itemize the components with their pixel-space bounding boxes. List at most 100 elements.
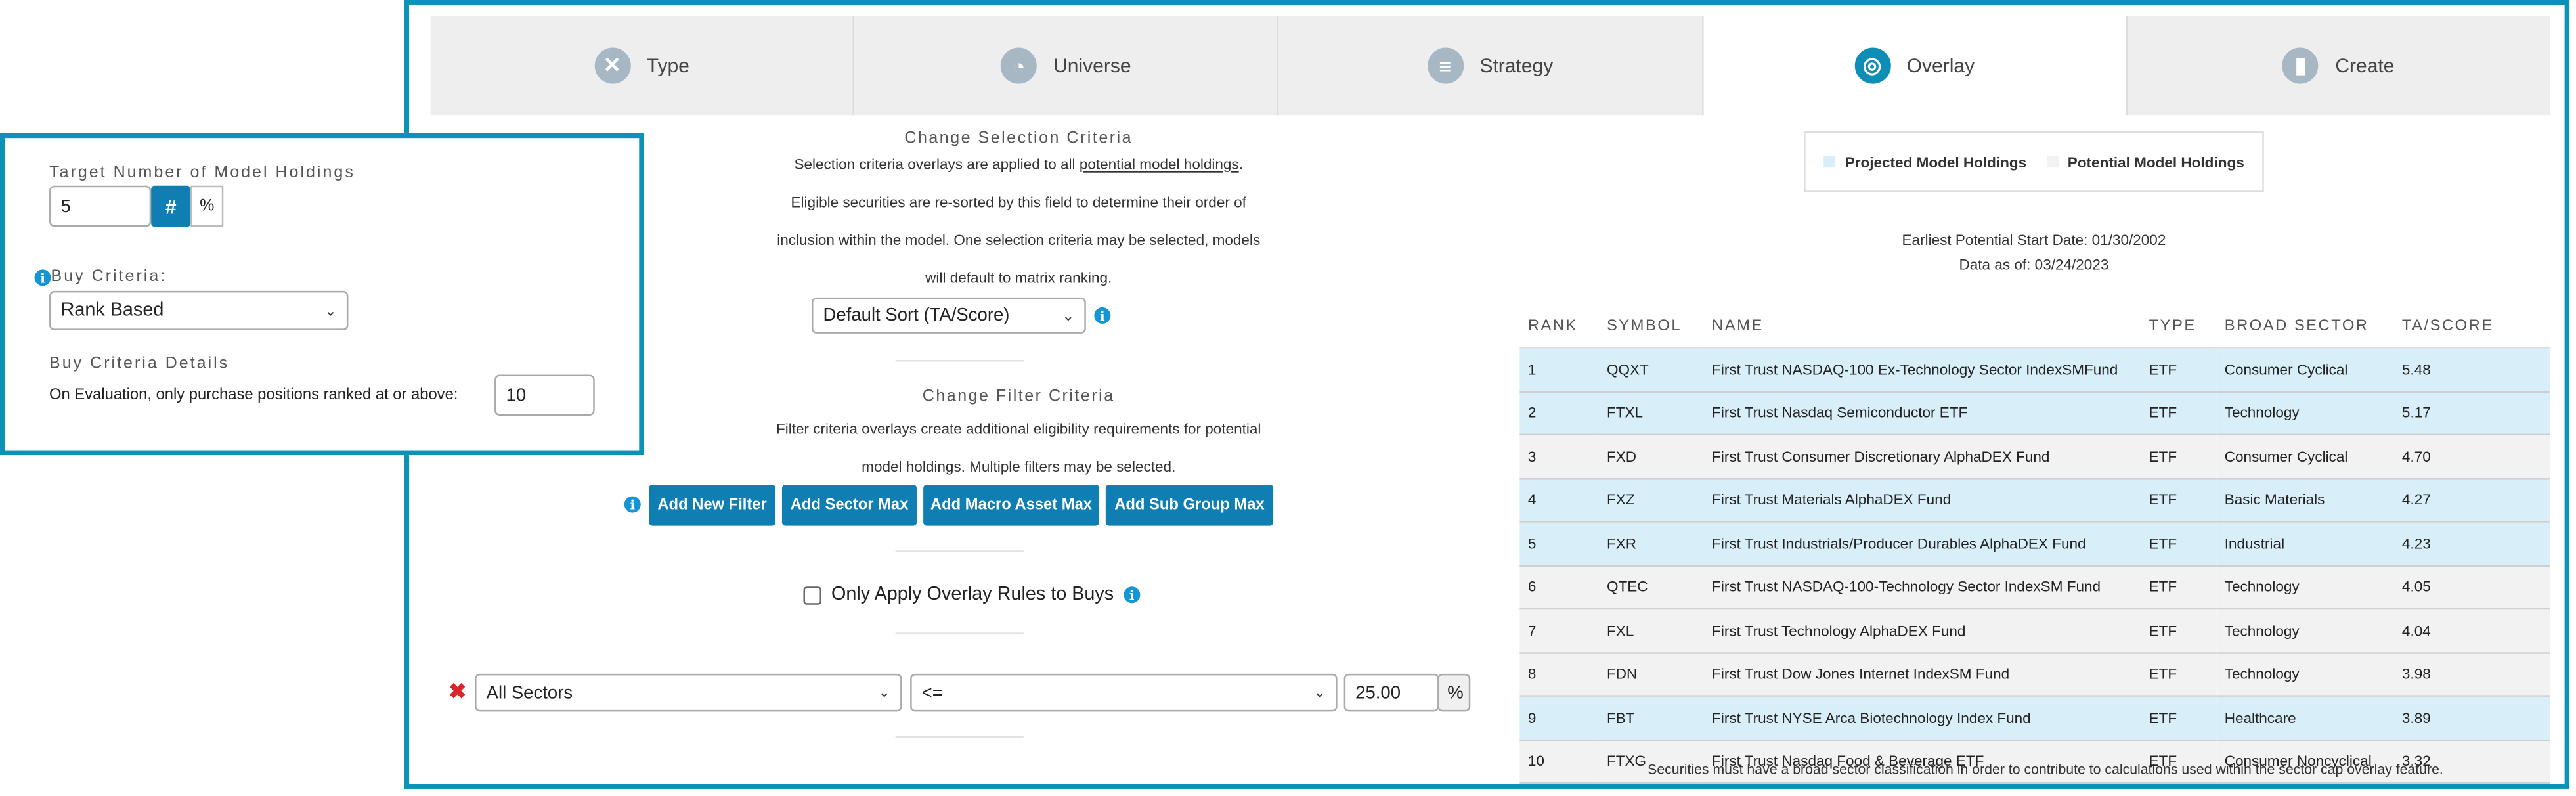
- selection-description-line4: will default to matrix ranking.: [925, 269, 1112, 286]
- filter-unit-label: %: [1437, 673, 1471, 712]
- name-cell: First Trust NASDAQ-100-Technology Sector…: [1703, 565, 2141, 610]
- symbol-cell: FDN: [1598, 652, 1704, 697]
- selected-value: <=: [921, 682, 943, 703]
- column-header-rank[interactable]: RANK: [1519, 303, 1599, 349]
- column-header-name[interactable]: NAME: [1703, 303, 2141, 349]
- selected-value: All Sectors: [486, 682, 573, 703]
- only-buys-checkbox[interactable]: [803, 585, 821, 604]
- name-cell: First Trust Dow Jones Internet IndexSM F…: [1703, 652, 2141, 697]
- tab-create[interactable]: ▮ Create: [2127, 16, 2550, 116]
- tab-label: Universe: [1053, 54, 1131, 77]
- divider: [895, 736, 1024, 738]
- name-cell: First Trust Industrials/Producer Durable…: [1703, 521, 2141, 566]
- score-cell: 3.89: [2393, 696, 2550, 741]
- rank-cell: 4: [1519, 478, 1599, 523]
- buy-criteria-select[interactable]: Rank Based ⌄: [49, 290, 349, 330]
- name-cell: First Trust Consumer Discretionary Alpha…: [1703, 434, 2141, 479]
- buy-criteria-details-text: On Evaluation, only purchase positions r…: [49, 386, 458, 405]
- table-row: 8 FDN First Trust Dow Jones Internet Index…: [1519, 652, 2550, 697]
- type-cell: ETF: [2141, 434, 2217, 479]
- table-row: 5 FXR First Trust Industrials/Producer Dur…: [1519, 521, 2550, 566]
- column-header-ta-score[interactable]: TA/SCORE: [2393, 303, 2550, 349]
- add-macro-asset-max-button[interactable]: Add Macro Asset Max: [923, 485, 1099, 526]
- legend-potential: Potential Model Holdings: [2046, 154, 2244, 170]
- tab-universe[interactable]: ◔ Universe: [854, 16, 1279, 116]
- buy-criteria-popout: Target Number of Model Holdings 5 # % i …: [0, 133, 644, 456]
- rank-cell: 7: [1519, 608, 1599, 653]
- only-buys-option: Only Apply Overlay Rules to Buys i: [803, 585, 1141, 605]
- table-header-row: RANK SYMBOL NAME TYPE BROAD SECTOR TA/SC…: [1519, 303, 2550, 349]
- rank-cell: 6: [1519, 565, 1599, 610]
- percent-mode-button[interactable]: %: [190, 185, 224, 227]
- tab-type[interactable]: ✕ Type: [430, 16, 855, 116]
- info-icon[interactable]: i: [624, 496, 641, 513]
- name-cell: First Trust NASDAQ-100 Ex-Technology Sec…: [1703, 347, 2141, 392]
- symbol-cell: QTEC: [1598, 565, 1704, 610]
- tab-strategy[interactable]: ≡ Strategy: [1278, 16, 1703, 116]
- info-icon[interactable]: i: [1124, 586, 1141, 604]
- score-cell: 4.27: [2393, 478, 2550, 523]
- symbol-cell: FBT: [1598, 696, 1704, 741]
- info-icon[interactable]: i: [34, 269, 51, 286]
- table-row: 2 FTXL First Trust Nasdaq Semiconductor ET…: [1519, 391, 2550, 436]
- rank-cell: 5: [1519, 521, 1599, 566]
- score-cell: 4.70: [2393, 434, 2550, 479]
- add-sub-group-max-button[interactable]: Add Sub Group Max: [1105, 485, 1274, 526]
- remove-filter-icon[interactable]: ✖: [448, 678, 466, 705]
- chevron-down-icon: ⌄: [1313, 683, 1326, 700]
- target-holdings-input[interactable]: 5: [49, 185, 152, 227]
- filter-operator-select[interactable]: <= ⌄: [910, 673, 1338, 712]
- name-cell: First Trust NYSE Arca Biotechnology Inde…: [1703, 696, 2141, 741]
- text: .: [1238, 156, 1243, 173]
- symbol-cell: FXR: [1598, 521, 1704, 566]
- table-row: 3 FXD First Trust Consumer Discretionary A…: [1519, 434, 2550, 479]
- filter-value-input[interactable]: 25.00: [1343, 673, 1439, 712]
- target-icon: ◎: [1854, 47, 1890, 84]
- selection-sort-select[interactable]: Default Sort (TA/Score) ⌄: [811, 297, 1086, 334]
- bar-chart-icon: ▮: [2282, 47, 2319, 84]
- only-buys-label: Only Apply Overlay Rules to Buys: [831, 585, 1114, 605]
- chevron-down-icon: ⌄: [878, 683, 891, 700]
- divider: [895, 632, 1024, 634]
- tab-label: Strategy: [1479, 54, 1554, 77]
- holdings-legend: Projected Model Holdings Potential Model…: [1804, 131, 2264, 192]
- filter-sector-select[interactable]: All Sectors ⌄: [475, 673, 902, 712]
- add-new-filter-button[interactable]: Add New Filter: [649, 485, 775, 526]
- sliders-icon: ≡: [1427, 47, 1464, 84]
- sector-cell: Technology: [2216, 565, 2394, 610]
- legend-projected: Projected Model Holdings: [1823, 154, 2026, 170]
- table-row: 7 FXL First Trust Technology AlphaDEX Fund…: [1519, 608, 2550, 653]
- pie-chart-icon: ◔: [1001, 47, 1037, 84]
- sector-cell: Technology: [2216, 391, 2394, 436]
- selected-value: Rank Based: [60, 300, 164, 321]
- count-mode-button[interactable]: #: [151, 185, 191, 227]
- rank-threshold-input[interactable]: 10: [494, 374, 595, 416]
- sector-cell: Basic Materials: [2216, 478, 2394, 523]
- divider: [895, 550, 1024, 552]
- symbol-cell: FXD: [1598, 434, 1704, 479]
- wizard-tabs: ✕ Type ◔ Universe ≡ Strategy ◎ Overlay ▮…: [430, 16, 2550, 116]
- type-cell: ETF: [2141, 565, 2217, 610]
- target-holdings-label: Target Number of Model Holdings: [49, 164, 355, 183]
- tab-label: Create: [2335, 54, 2395, 77]
- table-row: 9 FBT First Trust NYSE Arca Biotechnology …: [1519, 696, 2550, 741]
- column-header-broad-sector[interactable]: BROAD SECTOR: [2216, 303, 2394, 349]
- score-cell: 4.05: [2393, 565, 2550, 610]
- type-cell: ETF: [2141, 391, 2217, 436]
- table-row: 4 FXZ First Trust Materials AlphaDEX Fund E…: [1519, 478, 2550, 523]
- symbol-cell: FTXL: [1598, 391, 1704, 436]
- legend-swatch: [1823, 156, 1835, 168]
- column-header-type[interactable]: TYPE: [2141, 303, 2217, 349]
- sector-classification-footnote: Securities must have a broad sector clas…: [1648, 761, 2443, 778]
- column-header-symbol[interactable]: SYMBOL: [1598, 303, 1704, 349]
- type-cell: ETF: [2141, 608, 2217, 653]
- tab-overlay[interactable]: ◎ Overlay: [1703, 16, 2128, 116]
- info-icon[interactable]: i: [1094, 307, 1111, 324]
- wrench-cross-icon: ✕: [594, 47, 630, 84]
- score-cell: 4.23: [2393, 521, 2550, 566]
- add-sector-max-button[interactable]: Add Sector Max: [781, 485, 917, 526]
- potential-holdings-link[interactable]: potential model holdings: [1080, 156, 1239, 173]
- rank-cell: 9: [1519, 696, 1599, 741]
- type-cell: ETF: [2141, 521, 2217, 566]
- chevron-down-icon: ⌄: [324, 301, 337, 319]
